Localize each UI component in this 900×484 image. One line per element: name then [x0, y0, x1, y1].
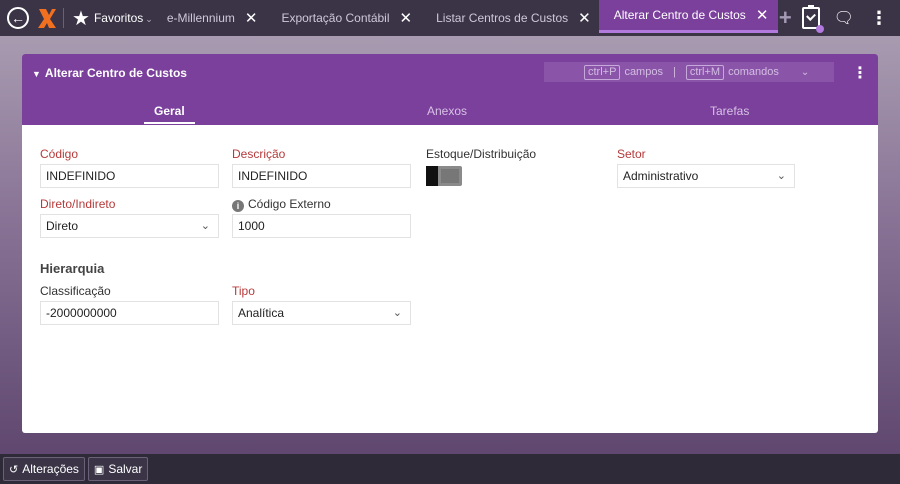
tab-label: e-Millennium [166, 11, 235, 25]
top-bar: ← ★ Favoritos ⌄ e-Millennium ✕ Exportação… [0, 0, 900, 36]
card-menu-icon[interactable]: ⋮ [852, 63, 868, 83]
divider [63, 8, 64, 28]
bottom-bar: ↺ Alterações ▣ Salvar [0, 454, 900, 484]
chevron-down-icon: ⌄ [200, 220, 210, 232]
app-logo-icon [38, 9, 56, 28]
toggle-knob [426, 166, 438, 186]
tab-e-millennium[interactable]: e-Millennium ✕ [167, 0, 258, 36]
alteracoes-button[interactable]: ↺ Alterações [3, 457, 85, 481]
back-arrow-icon[interactable]: ← [7, 7, 29, 29]
direto-indireto-select[interactable]: Direto ⌄ [40, 214, 219, 238]
clipboard-check-icon[interactable] [801, 5, 824, 33]
setor-label: Setor [617, 147, 646, 161]
descricao-input[interactable]: INDEFINIDO [232, 164, 411, 188]
direto-indireto-label: Direto/Indireto [40, 197, 116, 211]
codigo-label: Código [40, 147, 79, 161]
save-button[interactable]: ▣ Salvar [87, 457, 149, 481]
shortcut-separator: | [672, 66, 676, 78]
save-icon: ▣ [93, 463, 105, 476]
form-card: ▼ Alterar Centro de Custos ctrl+P campos … [22, 54, 878, 433]
close-icon[interactable]: ✕ [756, 6, 769, 24]
estoque-toggle[interactable] [426, 166, 462, 186]
history-icon: ↺ [9, 463, 19, 476]
descricao-label: Descrição [232, 147, 286, 161]
shortcut-bar[interactable]: ctrl+P campos | ctrl+M comandos ⌄ [544, 62, 834, 82]
estoque-label: Estoque/Distribuição [426, 147, 537, 161]
shortcut-key: ctrl+M [685, 64, 725, 80]
add-tab-icon[interactable]: + [779, 5, 792, 31]
codigo-externo-input[interactable]: 1000 [232, 214, 411, 238]
card-title-text: Alterar Centro de Custos [44, 66, 187, 80]
top-icons: + 🗨 ⋮ [779, 0, 900, 36]
tab-label: Alterar Centro de Custos [613, 8, 746, 22]
classificacao-label: Classificação [40, 284, 111, 298]
collapse-triangle-icon[interactable]: ▼ [32, 69, 41, 79]
info-icon[interactable]: i [232, 200, 244, 212]
setor-select[interactable]: Administrativo ⌄ [617, 164, 795, 188]
shortcut-label: comandos [728, 66, 779, 78]
alteracoes-label: Alterações [22, 462, 79, 476]
tab-label: Exportação Contábil [281, 11, 390, 25]
close-icon[interactable]: ✕ [245, 9, 258, 27]
tipo-value: Analítica [238, 306, 285, 320]
tipo-select[interactable]: Analítica ⌄ [232, 301, 411, 325]
hierarquia-heading: Hierarquia [40, 261, 105, 276]
tab-listar-centros-de-custos[interactable]: Listar Centros de Custos ✕ [436, 0, 591, 36]
setor-value: Administrativo [623, 169, 699, 183]
close-icon[interactable]: ✕ [578, 9, 591, 27]
favorites-menu[interactable]: Favoritos ⌄ [94, 11, 153, 25]
card-header: ▼ Alterar Centro de Custos ctrl+P campos … [22, 54, 878, 125]
tab-label: Listar Centros de Custos [436, 11, 569, 25]
star-icon[interactable]: ★ [72, 6, 90, 31]
chat-icon[interactable]: 🗨 [834, 8, 854, 28]
favorites-label: Favoritos [93, 11, 144, 25]
subtab-geral[interactable]: Geral [144, 104, 195, 124]
close-icon[interactable]: ✕ [400, 9, 413, 27]
codigo-input[interactable]: INDEFINIDO [40, 164, 219, 188]
toggle-track [441, 169, 459, 183]
shortcut-key: ctrl+P [584, 64, 621, 80]
more-vertical-icon[interactable]: ⋮ [870, 8, 888, 29]
chevron-down-icon: ⌄ [392, 307, 402, 319]
card-title[interactable]: ▼ Alterar Centro de Custos [32, 66, 187, 80]
direto-indireto-value: Direto [46, 219, 79, 233]
shortcut-label: campos [624, 66, 663, 78]
codigo-externo-label: Código Externo [248, 197, 331, 211]
chevron-down-icon: ⌄ [776, 170, 786, 182]
tipo-label: Tipo [232, 284, 255, 298]
tab-alterar-centro-de-custos[interactable]: Alterar Centro de Custos ✕ [598, 0, 779, 33]
chevron-down-icon: ⌄ [145, 14, 153, 24]
tab-exportacao-contabil[interactable]: Exportação Contábil ✕ [281, 0, 412, 36]
save-label: Salvar [108, 462, 143, 476]
classificacao-input[interactable]: -2000000000 [40, 301, 219, 325]
chevron-down-icon[interactable]: ⌄ [801, 67, 809, 78]
codigo-externo-label-wrap: i Código Externo [232, 197, 331, 212]
notification-dot [815, 25, 824, 33]
subtab-anexos[interactable]: Anexos [427, 104, 467, 118]
subtab-tarefas[interactable]: Tarefas [710, 104, 749, 118]
